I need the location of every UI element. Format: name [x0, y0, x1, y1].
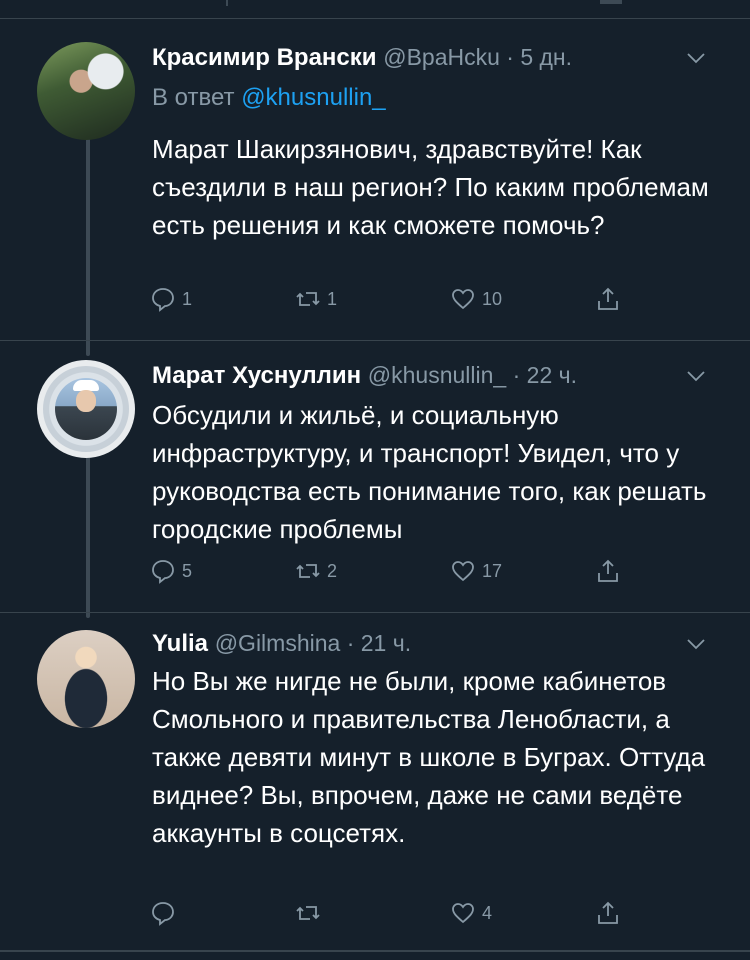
share-button[interactable]: [595, 286, 621, 312]
divider: [0, 612, 750, 613]
like-button[interactable]: 17: [450, 558, 502, 584]
retweet-count: 1: [327, 288, 338, 309]
prev-tweet-action-stub: [226, 0, 228, 6]
retweet-icon: [296, 564, 320, 578]
reply-icon: [152, 560, 174, 584]
share-icon: [598, 287, 618, 310]
share-button[interactable]: [595, 558, 621, 584]
thread-connector: [86, 450, 90, 618]
tweet-actions: 1 1 10: [150, 286, 670, 322]
tweet-header: Yulia @Gilmshina · 21 ч.: [152, 630, 411, 658]
avatar[interactable]: [37, 630, 135, 728]
tweet-actions: 4: [150, 900, 670, 936]
author-name[interactable]: Yulia: [152, 630, 208, 657]
reply-handle-link[interactable]: @khusnullin_: [241, 84, 385, 111]
retweet-button[interactable]: 2: [295, 558, 337, 584]
reply-icon: [152, 288, 174, 312]
chevron-down-icon[interactable]: [686, 366, 706, 389]
thread-connector: [86, 128, 90, 356]
reply-count: 1: [182, 288, 193, 309]
reply-prefix: В ответ: [152, 84, 242, 111]
reply-count: 5: [182, 560, 193, 581]
retweet-count: 2: [327, 560, 338, 581]
divider: [0, 950, 750, 952]
heart-icon: [452, 561, 474, 582]
tweet-text: Марат Шакирзянович, здравствуйте! Как съ…: [152, 134, 709, 240]
share-button[interactable]: [595, 900, 621, 926]
prev-tweet-action-stub: [600, 0, 622, 4]
share-icon: [598, 901, 618, 924]
tweet-header: Красимир Врански @ВраНcku · 5 дн.: [152, 44, 572, 72]
tweet-text: Обсудили и жильё, и социальную инфрастру…: [152, 400, 707, 544]
like-count: 10: [482, 288, 503, 309]
author-handle-time[interactable]: @ВраНcku · 5 дн.: [383, 44, 572, 70]
timeline: Красимир Врански @ВраНcku · 5 дн. В отве…: [0, 0, 750, 960]
divider: [0, 18, 750, 19]
chevron-down-icon[interactable]: [686, 634, 706, 657]
author-name[interactable]: Красимир Врански: [152, 44, 377, 71]
like-button[interactable]: 10: [450, 286, 502, 312]
reply-button[interactable]: [150, 900, 182, 926]
author-handle-time[interactable]: @khusnullin_ · 22 ч.: [368, 362, 577, 388]
like-button[interactable]: 4: [450, 900, 492, 926]
heart-icon: [452, 903, 474, 924]
avatar[interactable]: [37, 42, 135, 140]
retweet-button[interactable]: [295, 900, 327, 926]
author-handle-time[interactable]: @Gilmshina · 21 ч.: [215, 630, 411, 656]
author-name[interactable]: Марат Хуснуллин: [152, 362, 361, 389]
divider: [0, 340, 750, 341]
heart-icon: [452, 289, 474, 310]
like-count: 17: [482, 560, 503, 581]
avatar[interactable]: [37, 360, 135, 458]
reply-button[interactable]: 5: [150, 558, 192, 584]
retweet-button[interactable]: 1: [295, 286, 337, 312]
retweet-icon: [296, 292, 320, 306]
reply-context: В ответ @khusnullin_: [152, 84, 386, 112]
retweet-icon: [296, 906, 320, 920]
tweet-text: Но Вы же нигде не были, кроме кабинетов …: [152, 666, 706, 848]
like-count: 4: [482, 902, 493, 923]
tweet-actions: 5 2 17: [150, 558, 670, 594]
avatar-face: [76, 390, 96, 412]
reply-icon: [152, 902, 174, 926]
reply-button[interactable]: 1: [150, 286, 192, 312]
share-icon: [598, 559, 618, 582]
tweet-header: Марат Хуснуллин @khusnullin_ · 22 ч.: [152, 362, 577, 390]
chevron-down-icon[interactable]: [686, 48, 706, 71]
